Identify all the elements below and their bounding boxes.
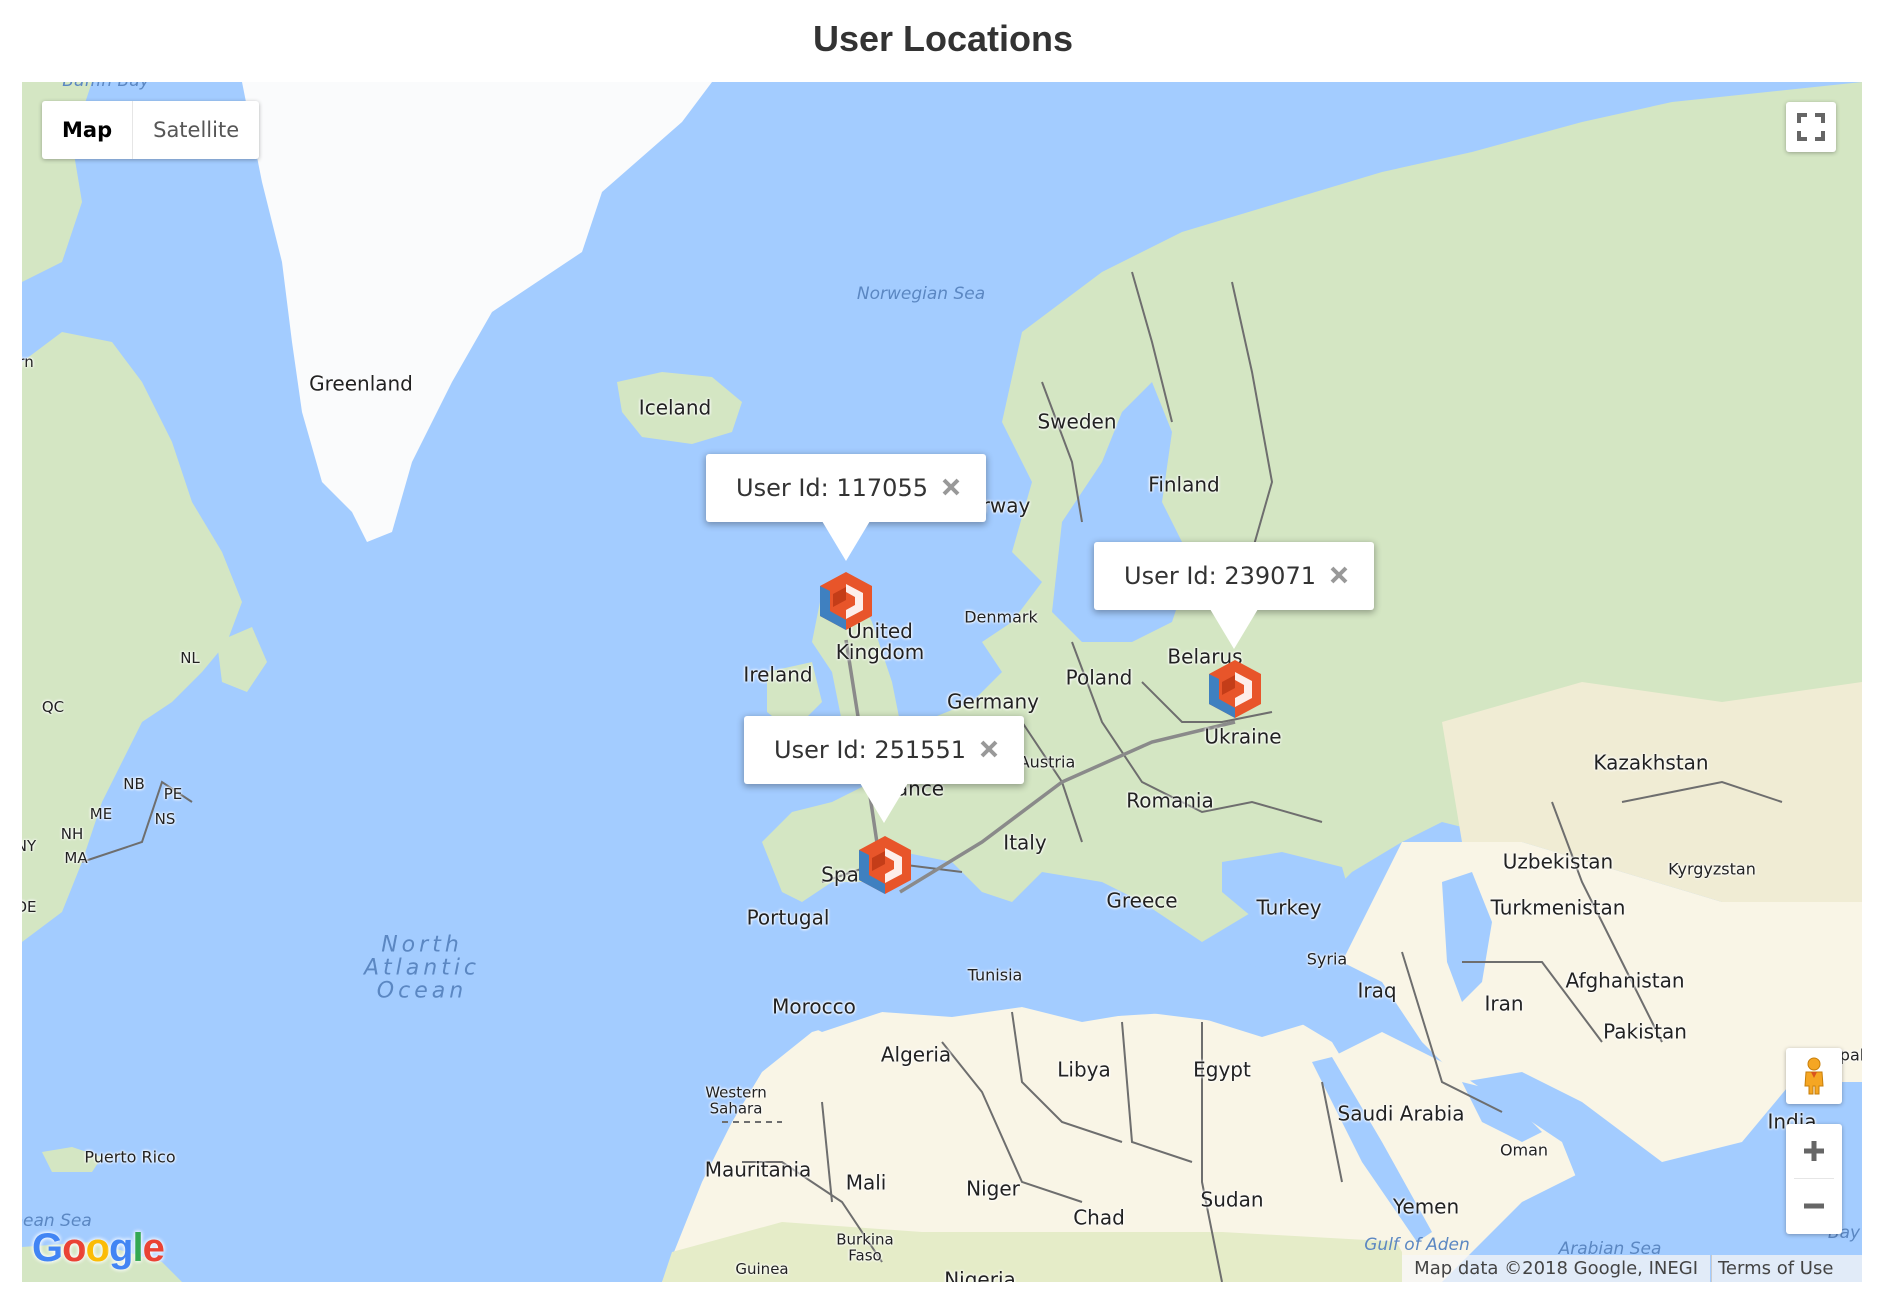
label-morocco: Morocco xyxy=(772,994,856,1019)
close-icon[interactable] xyxy=(936,472,966,502)
zoom-out-button[interactable] xyxy=(1786,1179,1842,1233)
label-nb: NB xyxy=(123,775,145,794)
label-iraq: Iraq xyxy=(1357,978,1397,1003)
map-attribution: Map data ©2018 Google, INEGI xyxy=(1402,1255,1710,1282)
label-mali: Mali xyxy=(845,1170,887,1195)
map-type-control: Map Satellite xyxy=(42,101,260,159)
label-ns: NS xyxy=(154,810,176,829)
label-tunisia: Tunisia xyxy=(967,965,1023,985)
info-window-239071: User Id: 239071 xyxy=(1094,542,1374,649)
label-turkey: Turkey xyxy=(1256,895,1322,920)
label-ukraine: Ukraine xyxy=(1204,724,1282,749)
label-sudan: Sudan xyxy=(1200,1187,1264,1212)
label-poland: Poland xyxy=(1065,665,1133,690)
info-window-tail xyxy=(1210,609,1258,649)
label-iceland: Iceland xyxy=(638,395,712,420)
label-spain: Spa xyxy=(821,862,859,887)
label-greece: Greece xyxy=(1106,888,1178,913)
plus-icon xyxy=(1804,1141,1824,1161)
info-window-text: User Id: 251551 xyxy=(774,736,966,764)
label-on: rn xyxy=(22,353,34,372)
label-north-atlantic-ocean: North Atlantic Ocean xyxy=(363,932,481,1004)
label-syria: Syria xyxy=(1306,949,1348,969)
label-greenland: Greenland xyxy=(309,371,413,396)
label-norwegian-sea: Norwegian Sea xyxy=(856,284,986,305)
hexagon-cube-marker-icon xyxy=(859,836,911,894)
label-romania: Romania xyxy=(1126,788,1214,813)
label-kyrgyzstan: Kyrgyzstan xyxy=(1668,859,1756,879)
label-uzbekistan: Uzbekistan xyxy=(1502,849,1614,874)
map-basemap[interactable] xyxy=(22,82,1862,1282)
zoom-in-button[interactable] xyxy=(1786,1124,1842,1178)
label-germany: Germany xyxy=(947,689,1039,714)
label-sweden: Sweden xyxy=(1037,409,1117,434)
map-marker-239071[interactable] xyxy=(1206,658,1264,720)
label-mauritania: Mauritania xyxy=(704,1157,812,1182)
label-denmark: Denmark xyxy=(964,607,1038,627)
map-marker-117055[interactable] xyxy=(817,570,875,632)
land-north-america xyxy=(22,332,242,942)
map-marker-251551[interactable] xyxy=(856,834,914,896)
label-ireland: Ireland xyxy=(743,662,813,687)
label-saudi-arabia: Saudi Arabia xyxy=(1337,1101,1465,1126)
land-greenland xyxy=(242,82,712,542)
label-egypt: Egypt xyxy=(1193,1057,1251,1082)
info-window-text: User Id: 117055 xyxy=(736,474,928,502)
info-window-tail xyxy=(822,521,870,561)
fullscreen-button[interactable] xyxy=(1786,102,1836,152)
label-pe: PE xyxy=(163,785,183,804)
fullscreen-icon xyxy=(1797,113,1825,141)
label-baffin-bay: Baffin Bay xyxy=(62,82,149,91)
label-turkmenistan: Turkmenistan xyxy=(1490,895,1626,920)
label-kazakhstan: Kazakhstan xyxy=(1593,750,1709,775)
label-chad: Chad xyxy=(1073,1205,1125,1230)
label-ny: NY xyxy=(22,837,37,856)
label-austria: Austria xyxy=(1018,752,1076,772)
label-libya: Libya xyxy=(1057,1057,1111,1082)
map-type-satellite-button[interactable]: Satellite xyxy=(133,101,259,159)
label-qc: QC xyxy=(41,698,65,717)
label-me: ME xyxy=(89,805,113,824)
hexagon-cube-marker-icon xyxy=(1209,660,1261,718)
label-italy: Italy xyxy=(1003,830,1047,855)
info-window-tail xyxy=(860,783,908,823)
pegman-icon xyxy=(1804,1057,1824,1095)
label-niger: Niger xyxy=(966,1176,1020,1201)
hexagon-cube-marker-icon xyxy=(820,572,872,630)
label-de: DE xyxy=(22,898,37,917)
label-burkina-faso: Burkina Faso xyxy=(836,1230,894,1264)
label-iran: Iran xyxy=(1484,991,1524,1016)
label-oman: Oman xyxy=(1499,1140,1549,1160)
label-portugal: Portugal xyxy=(746,905,830,930)
street-view-pegman-button[interactable] xyxy=(1786,1048,1842,1104)
info-window-251551: User Id: 251551 xyxy=(744,716,1024,823)
label-gulf-of-aden: Gulf of Aden xyxy=(1364,1235,1470,1256)
label-puerto-rico: Puerto Rico xyxy=(84,1147,176,1167)
map-type-map-button[interactable]: Map xyxy=(42,101,134,159)
terms-of-use-link[interactable]: Terms of Use xyxy=(1711,1255,1862,1282)
minus-icon xyxy=(1804,1203,1824,1209)
page-title: User Locations xyxy=(812,18,1074,59)
label-nh: NH xyxy=(60,825,84,844)
label-pakistan: Pakistan xyxy=(1603,1019,1687,1044)
label-nigeria: Nigeria xyxy=(944,1267,1016,1282)
label-ma: MA xyxy=(64,849,88,868)
label-finland: Finland xyxy=(1148,472,1220,497)
close-icon[interactable] xyxy=(974,734,1004,764)
label-guinea: Guinea xyxy=(735,1260,789,1279)
label-nl: NL xyxy=(180,649,200,668)
info-window-117055: User Id: 117055 xyxy=(706,454,986,561)
label-nepal: pal xyxy=(1839,1045,1862,1065)
zoom-control xyxy=(1786,1124,1842,1234)
label-yemen: Yemen xyxy=(1392,1194,1460,1219)
label-western-sahara: Western Sahara xyxy=(705,1083,767,1117)
label-norway: rway xyxy=(981,493,1031,518)
label-afghanistan: Afghanistan xyxy=(1565,968,1685,993)
close-icon[interactable] xyxy=(1324,560,1354,590)
label-algeria: Algeria xyxy=(880,1042,952,1067)
info-window-text: User Id: 239071 xyxy=(1124,562,1316,590)
google-logo[interactable]: Google xyxy=(32,1226,165,1271)
map-canvas[interactable]: Baffin Bay Greenland Iceland Norwegian S… xyxy=(22,82,1862,1282)
